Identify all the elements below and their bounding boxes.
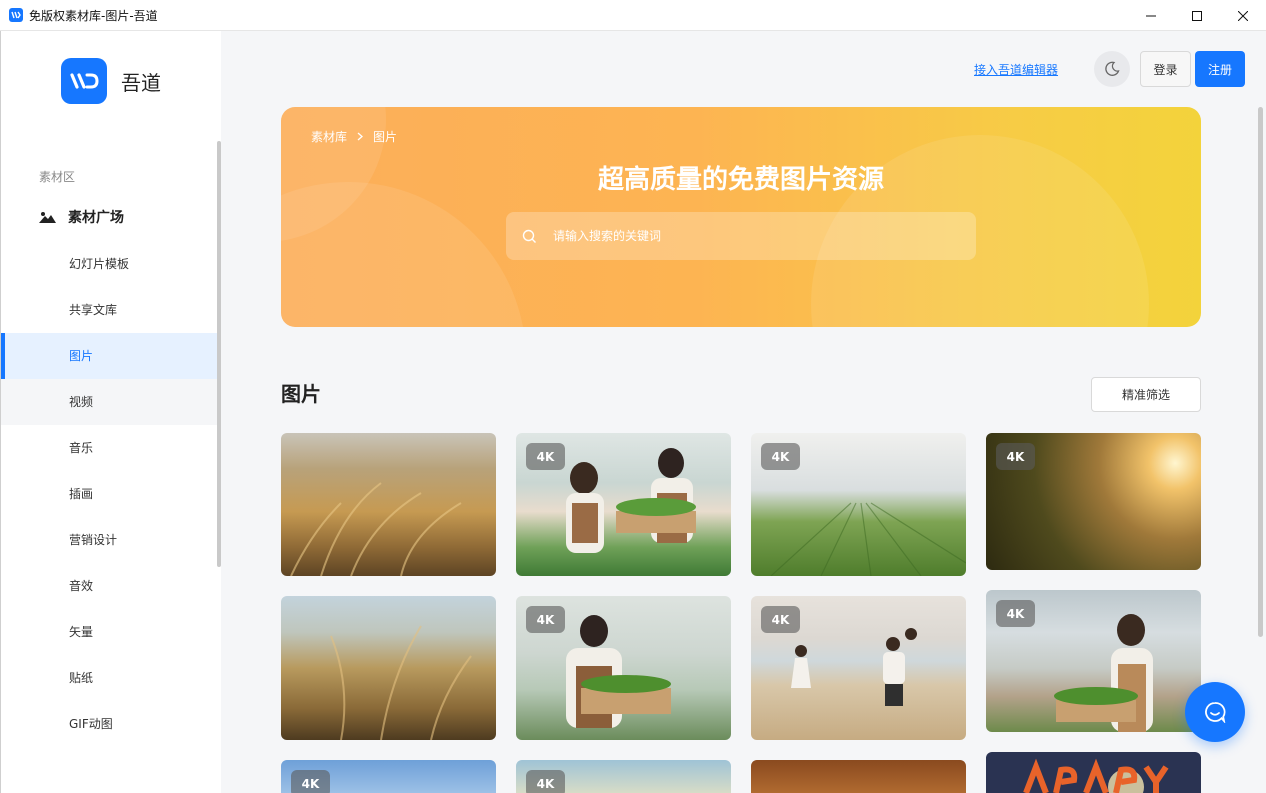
4k-badge: 4K [526, 770, 565, 793]
moon-icon [1105, 61, 1120, 76]
hero-banner: 素材库 图片 超高质量的免费图片资源 [281, 107, 1201, 327]
search-input[interactable] [553, 229, 953, 243]
sidebar-item-gifs[interactable]: GIF动图 [1, 701, 219, 747]
4k-badge: 4K [526, 606, 565, 633]
mountain-icon [39, 212, 56, 223]
image-card-wheat-closeup[interactable] [281, 596, 496, 740]
image-card-wood[interactable] [751, 760, 966, 793]
4k-badge: 4K [761, 443, 800, 470]
editor-integration-link[interactable]: 接入吾道编辑器 [974, 61, 1058, 78]
sidebar-item-music[interactable]: 音乐 [1, 425, 219, 471]
breadcrumb-item-images: 图片 [373, 130, 398, 144]
image-card-sky[interactable]: 4K [281, 760, 496, 793]
image-card-farmers-vegetables[interactable]: 4K [516, 433, 731, 576]
halloween-illustration [1023, 758, 1169, 793]
image-card-family-beach[interactable]: 4K [751, 596, 966, 740]
image-card-farmer-crate[interactable]: 4K [516, 596, 731, 740]
4k-badge: 4K [526, 443, 565, 470]
sidebar-section-title: 素材区 [39, 170, 76, 184]
sidebar: 吾道 素材区 素材广场 幻灯片模板 共享文库 图片 视频 音乐 插画 营销设计 … [0, 31, 221, 793]
main-scrollbar[interactable] [1258, 107, 1263, 637]
close-icon[interactable] [1220, 0, 1266, 31]
section-heading: 图片 [281, 382, 321, 406]
sidebar-group-title[interactable]: 素材广场 [39, 207, 124, 227]
sidebar-item-illustrations[interactable]: 插画 [1, 471, 219, 517]
banner-decor-circle [281, 182, 526, 327]
dark-mode-toggle[interactable] [1094, 51, 1130, 87]
sidebar-item-slides[interactable]: 幻灯片模板 [1, 241, 219, 287]
sidebar-scrollbar[interactable] [217, 141, 221, 567]
app-logo-icon [9, 8, 23, 22]
precise-filter-button[interactable]: 精准筛选 [1091, 377, 1201, 412]
sidebar-item-marketing-design[interactable]: 营销设计 [1, 517, 219, 563]
chat-icon [1205, 702, 1226, 723]
breadcrumb-item-library[interactable]: 素材库 [311, 128, 347, 145]
image-card-halloween[interactable] [986, 752, 1201, 793]
breadcrumb: 素材库 图片 [311, 128, 397, 145]
brand-logo[interactable]: 吾道 [61, 58, 161, 104]
image-card-landscape[interactable]: 4K [516, 760, 731, 793]
chat-support-button[interactable] [1185, 682, 1245, 742]
search-box[interactable] [506, 212, 976, 260]
sidebar-item-shared-library[interactable]: 共享文库 [1, 287, 219, 333]
4k-badge: 4K [996, 443, 1035, 470]
banner-title: 超高质量的免费图片资源 [597, 165, 884, 195]
4k-badge: 4K [996, 600, 1035, 627]
chevron-right-icon [357, 130, 364, 144]
sidebar-item-sound-effects[interactable]: 音效 [1, 563, 219, 609]
image-card-green-field[interactable]: 4K [751, 433, 966, 576]
image-card-rice-sunset[interactable]: 4K [986, 433, 1201, 570]
sidebar-group-label: 素材广场 [68, 210, 124, 226]
brand-logo-icon [61, 58, 107, 104]
window-titlebar: 免版权素材库-图片-吾道 [0, 0, 1266, 31]
sidebar-item-stickers[interactable]: 贴纸 [1, 655, 219, 701]
4k-badge: 4K [761, 606, 800, 633]
image-card-wheat-field[interactable] [281, 433, 496, 576]
wheat-illustration [290, 482, 462, 576]
minimize-icon[interactable] [1128, 0, 1174, 31]
maximize-icon[interactable] [1174, 0, 1220, 31]
brand-name: 吾道 [121, 70, 161, 95]
image-card-woman-vegetables[interactable]: 4K [986, 590, 1201, 732]
sidebar-nav: 幻灯片模板 共享文库 图片 视频 音乐 插画 营销设计 音效 矢量 贴纸 GIF… [1, 241, 219, 747]
search-icon [522, 229, 536, 243]
4k-badge: 4K [291, 770, 330, 793]
sidebar-item-vectors[interactable]: 矢量 [1, 609, 219, 655]
register-button[interactable]: 注册 [1195, 51, 1245, 87]
wheat-illustration [330, 625, 472, 740]
login-button[interactable]: 登录 [1140, 51, 1191, 87]
sidebar-item-videos[interactable]: 视频 [1, 379, 219, 425]
sidebar-item-images[interactable]: 图片 [1, 333, 219, 379]
window-title: 免版权素材库-图片-吾道 [29, 8, 158, 23]
